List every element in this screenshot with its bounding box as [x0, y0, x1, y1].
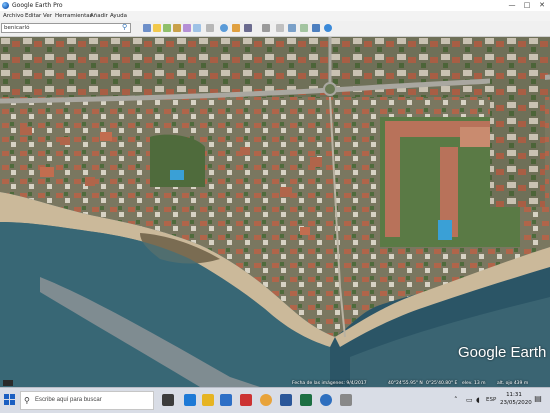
menu-ver[interactable]: Ver: [43, 11, 52, 21]
imagery-date: Fecha de las imágenes: 9/4/2017: [292, 381, 367, 386]
planets-icon[interactable]: [244, 24, 252, 32]
search-icon[interactable]: ⚲: [122, 24, 129, 31]
sidebar-toggle-icon[interactable]: [143, 24, 151, 32]
tour-icon[interactable]: [193, 24, 201, 32]
taskbar: ⚲ Escribe aquí para buscar ˄ ▭ ◖ ESP 11:…: [0, 387, 550, 413]
edge-icon[interactable]: [184, 394, 196, 406]
latitude-readout: 40°24'55.95" N: [388, 381, 423, 386]
scale-icon: [3, 380, 13, 386]
minimize-button[interactable]: —: [505, 0, 519, 11]
eye-altitude-readout: alt. ojo 439 m: [497, 381, 529, 386]
taskbar-search-input[interactable]: ⚲ Escribe aquí para buscar: [20, 391, 154, 410]
clock[interactable]: 11:31 23/05/2020: [500, 391, 532, 407]
title-bar: Google Earth Pro — □ ✕: [0, 0, 550, 11]
language-indicator[interactable]: ESP: [486, 397, 496, 403]
path-icon[interactable]: [173, 24, 181, 32]
windows-start-icon[interactable]: [4, 394, 16, 406]
search-icon: ⚲: [24, 396, 30, 405]
map-view[interactable]: Google Earth: [0, 37, 550, 387]
acrobat-icon[interactable]: [240, 394, 252, 406]
save-image-icon[interactable]: [300, 24, 308, 32]
chrome-icon[interactable]: [260, 394, 272, 406]
tray-chevron-icon[interactable]: ˄: [454, 396, 458, 404]
email-icon[interactable]: [276, 24, 284, 32]
google-earth-logo: Google Earth: [458, 344, 547, 361]
status-bar: Fecha de las imágenes: 9/4/2017 40°24'55…: [0, 380, 550, 387]
polygon-icon[interactable]: [163, 24, 171, 32]
menu-editar[interactable]: Editar: [25, 11, 41, 21]
menu-herramientas[interactable]: Herramientas: [55, 11, 92, 21]
historical-imagery-icon[interactable]: [206, 24, 214, 32]
placemark-icon[interactable]: [153, 24, 161, 32]
excel-icon[interactable]: [300, 394, 312, 406]
menu-ayuda[interactable]: Ayuda: [110, 11, 127, 21]
longitude-readout: 0°25'40.80" E: [426, 381, 458, 386]
sun-icon[interactable]: [232, 24, 240, 32]
maps-icon[interactable]: [312, 24, 320, 32]
clock-time: 11:31: [506, 392, 522, 398]
toolbar: benicarló ⚲: [0, 21, 550, 37]
menu-archivo[interactable]: Archivo: [3, 11, 24, 21]
google-earth-app-icon: [2, 2, 9, 9]
taskbar-search-placeholder: Escribe aquí para buscar: [35, 397, 102, 403]
earth-icon[interactable]: [220, 24, 228, 32]
print-icon[interactable]: [288, 24, 296, 32]
maximize-button[interactable]: □: [520, 0, 534, 11]
ruler-icon[interactable]: [262, 24, 270, 32]
menu-anadir[interactable]: Añadir: [90, 11, 108, 21]
task-view-icon[interactable]: [162, 394, 174, 406]
satellite-imagery: [0, 37, 550, 387]
earth-gallery-icon[interactable]: [324, 24, 332, 32]
store-icon[interactable]: [220, 394, 232, 406]
google-earth-taskbar-icon[interactable]: [320, 394, 332, 406]
search-input[interactable]: benicarló: [1, 23, 131, 33]
volume-icon[interactable]: ◖: [476, 396, 480, 404]
elevation-readout: elev. 13 m: [462, 381, 486, 386]
overlay-icon[interactable]: [183, 24, 191, 32]
app-icon[interactable]: [340, 394, 352, 406]
clock-date: 23/05/2020: [500, 400, 532, 406]
window-title: Google Earth Pro: [12, 2, 63, 9]
close-button[interactable]: ✕: [535, 0, 549, 11]
network-icon[interactable]: ▭: [466, 396, 473, 404]
notification-icon[interactable]: ▤: [533, 394, 543, 404]
word-icon[interactable]: [280, 394, 292, 406]
file-explorer-icon[interactable]: [202, 394, 214, 406]
